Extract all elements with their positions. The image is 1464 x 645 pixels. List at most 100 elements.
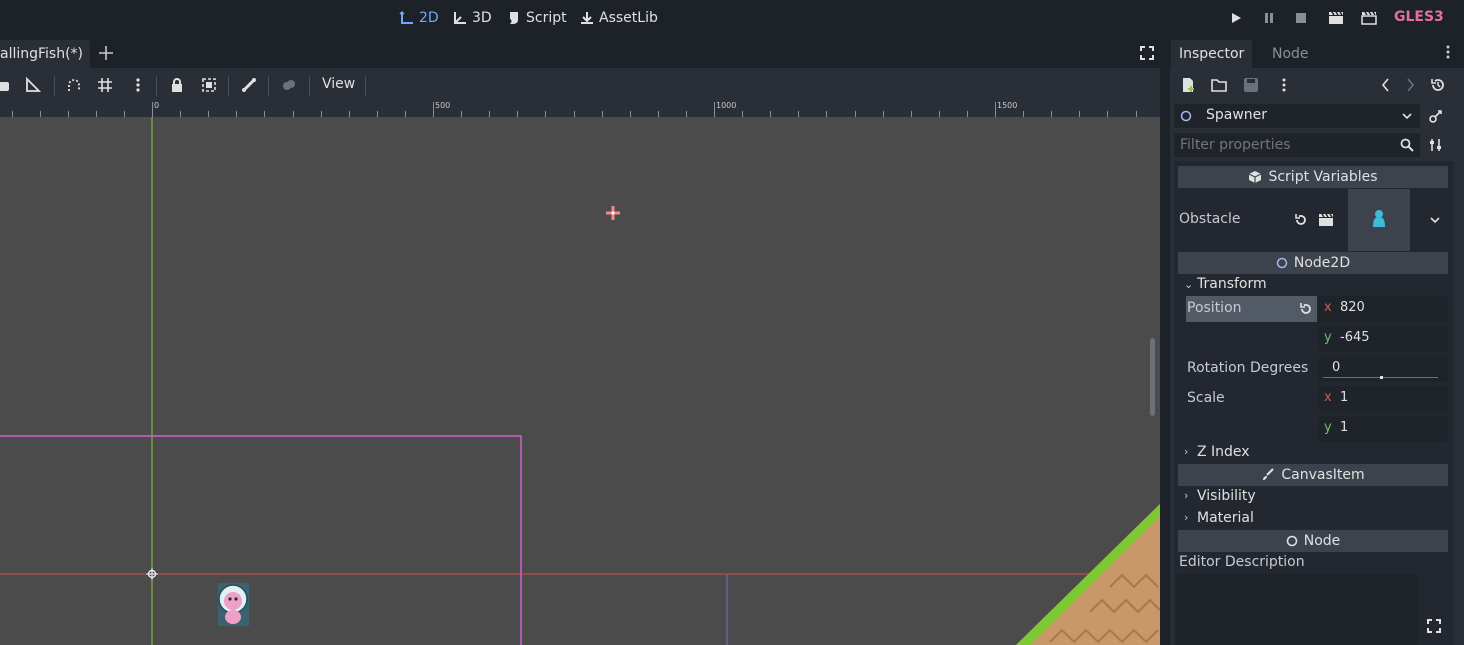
history-icon — [1431, 79, 1444, 91]
clapperboard-icon — [1319, 213, 1333, 226]
pan-tool-button[interactable] — [0, 76, 14, 94]
history-back-button[interactable] — [1378, 77, 1394, 93]
rotation-degrees-value: 0 — [1332, 360, 1341, 375]
section-script-variables-label: Script Variables — [1268, 169, 1378, 185]
play-button[interactable] — [1227, 9, 1245, 27]
inspector-tabs: Inspector Node — [1170, 36, 1464, 68]
add-scene-button[interactable] — [97, 44, 115, 62]
fish-player-sprite[interactable] — [218, 583, 249, 626]
chevron-down-icon — [1402, 113, 1412, 120]
vertical-scrollbar[interactable] — [1150, 338, 1155, 416]
play-custom-scene-button[interactable] — [1360, 9, 1378, 27]
chevron-down-icon — [1430, 217, 1440, 224]
scale-x-value: 1 — [1340, 390, 1349, 405]
mode-2d-button[interactable]: 2D — [399, 6, 439, 30]
mode-script-button[interactable]: Script — [506, 6, 567, 30]
material-group[interactable]: Material — [1197, 510, 1254, 526]
2d-viewport[interactable]: 0 500 1000 1500 — [0, 102, 1160, 645]
mode-3d-button[interactable]: 3D — [452, 6, 492, 30]
obstacle-scene-button[interactable] — [1318, 212, 1334, 228]
tab-inspector-label: Inspector — [1179, 46, 1245, 62]
section-script-variables[interactable]: Script Variables — [1178, 166, 1448, 188]
rotation-slider-grabber[interactable] — [1380, 376, 1383, 379]
clapperboard-icon — [1329, 11, 1343, 24]
dock-separator[interactable] — [1160, 36, 1170, 645]
obstacle-preview-icon — [1373, 210, 1385, 227]
mode-assetlib-label: AssetLib — [599, 10, 658, 26]
transform-group[interactable]: Transform — [1197, 276, 1267, 292]
node-icon — [1286, 535, 1298, 547]
revert-icon — [1295, 214, 1306, 225]
smart-snap-button[interactable] — [65, 76, 83, 94]
section-node2d[interactable]: Node2D — [1178, 252, 1448, 274]
filter-properties-field[interactable] — [1174, 133, 1420, 157]
chevron-right-icon: › — [1184, 445, 1189, 458]
snap-options-button[interactable] — [129, 76, 147, 94]
pause-button[interactable] — [1260, 9, 1278, 27]
new-resource-button[interactable] — [1180, 77, 1196, 93]
z-index-group[interactable]: Z Index — [1197, 444, 1250, 460]
section-canvas-item[interactable]: CanvasItem — [1178, 464, 1448, 486]
section-node[interactable]: Node — [1178, 530, 1448, 552]
position-x-value: 820 — [1340, 300, 1365, 315]
history-forward-button[interactable] — [1402, 77, 1418, 93]
chevron-left-icon — [1381, 78, 1389, 92]
save-icon — [1244, 78, 1258, 92]
mode-assetlib-button[interactable]: AssetLib — [579, 6, 658, 30]
load-resource-button[interactable] — [1211, 77, 1227, 93]
lock-button[interactable] — [168, 76, 186, 94]
distraction-free-button[interactable] — [1139, 45, 1155, 61]
object-selector[interactable]: Spawner — [1174, 104, 1420, 128]
obstacle-revert-button[interactable] — [1293, 212, 1309, 228]
filter-properties-input[interactable] — [1180, 136, 1390, 154]
toolbar-divider — [309, 76, 310, 96]
ruler-icon — [26, 77, 41, 92]
scale-y-field[interactable]: y 1 — [1318, 416, 1448, 442]
resource-options-button[interactable] — [1276, 77, 1292, 93]
node2d-icon — [1180, 110, 1192, 122]
group-button[interactable] — [200, 76, 218, 94]
section-node2d-label: Node2D — [1293, 255, 1351, 271]
history-button[interactable] — [1430, 77, 1446, 93]
rotation-degrees-field[interactable]: 0 — [1318, 356, 1448, 382]
rotation-degrees-label: Rotation Degrees — [1187, 360, 1309, 376]
editor-description-textarea[interactable] — [1176, 574, 1418, 645]
inspector-dock: Inspector Node Spawner Filter properties… — [1170, 36, 1464, 645]
tab-node[interactable]: Node — [1264, 40, 1317, 68]
camera-limit-rect — [0, 435, 522, 645]
play-scene-button[interactable] — [1327, 9, 1345, 27]
renderer-selector[interactable]: GLES3 — [1394, 9, 1444, 25]
cube-icon — [1249, 171, 1262, 183]
section-canvas-item-label: CanvasItem — [1281, 467, 1365, 483]
expand-textarea-button[interactable] — [1426, 618, 1442, 634]
tab-inspector[interactable]: Inspector — [1171, 40, 1253, 68]
toolbar-divider — [54, 76, 55, 96]
top-bar: 2D 3D Script AssetLib GLES3 — [0, 0, 1464, 36]
chevron-right-icon: › — [1184, 511, 1189, 524]
chevron-right-icon — [1407, 78, 1415, 92]
view-menu[interactable]: View — [322, 76, 355, 92]
polygon-tool-button[interactable] — [280, 76, 298, 94]
scale-x-field[interactable]: x 1 — [1318, 386, 1448, 412]
visibility-group[interactable]: Visibility — [1197, 488, 1256, 504]
grid-snap-button[interactable] — [96, 76, 114, 94]
skeleton-button[interactable] — [240, 76, 258, 94]
grid-icon — [98, 78, 112, 92]
lock-icon — [172, 78, 182, 92]
position-x-field[interactable]: x 820 — [1318, 296, 1448, 322]
ruler-tool-button[interactable] — [24, 76, 42, 94]
inspector-tools-button[interactable] — [1428, 137, 1444, 153]
spawner-marker[interactable] — [606, 206, 620, 220]
object-properties-button[interactable] — [1428, 108, 1444, 124]
stop-button[interactable] — [1292, 9, 1310, 27]
dock-options-button[interactable] — [1440, 44, 1456, 60]
kebab-menu-icon — [136, 78, 140, 92]
obstacle-dropdown-button[interactable] — [1427, 212, 1443, 228]
scene-tab[interactable]: allingFish(*) — [0, 40, 90, 68]
position-revert-button[interactable] — [1298, 301, 1314, 317]
origin-marker — [146, 568, 158, 580]
save-resource-button[interactable] — [1243, 77, 1259, 93]
obstacle-resource-preview[interactable] — [1348, 189, 1410, 251]
position-y-field[interactable]: y -645 — [1318, 326, 1448, 352]
axis-x-label: x — [1324, 300, 1332, 315]
